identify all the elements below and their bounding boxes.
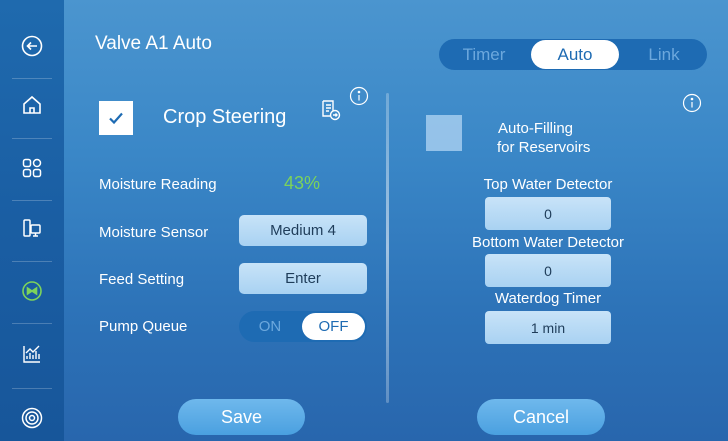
sidebar-separator <box>12 138 52 139</box>
tower-icon <box>23 219 41 237</box>
sidebar-item-home[interactable] <box>0 85 64 125</box>
tab-link[interactable]: Link <box>621 39 707 70</box>
page-title: Valve A1 Auto <box>95 33 212 54</box>
auto-filling-label: Auto-Filling for Reservoirs <box>497 119 591 157</box>
app-frame: Valve A1 Auto Timer Auto Link Crop Steer… <box>0 0 728 441</box>
sidebar-item-tower[interactable] <box>0 208 64 248</box>
tab-auto[interactable]: Auto <box>531 40 619 69</box>
back-button[interactable] <box>0 26 64 66</box>
sidebar-item-chart[interactable] <box>0 334 64 374</box>
sidebar-separator <box>12 200 52 201</box>
grid-icon <box>22 158 42 178</box>
auto-filling-checkbox[interactable] <box>426 115 462 151</box>
waterdog-timer-field[interactable]: 1 min <box>485 311 611 344</box>
panel-divider <box>386 93 389 403</box>
document-export-icon[interactable] <box>318 98 342 122</box>
waterdog-timer-label: Waterdog Timer <box>494 290 602 307</box>
sidebar-separator <box>12 323 52 324</box>
feed-setting-button[interactable]: Enter <box>239 263 367 294</box>
sidebar-separator <box>12 78 52 79</box>
mode-tabs: Timer Auto Link <box>439 39 707 70</box>
valve-icon <box>22 281 42 301</box>
sidebar-item-valve[interactable] <box>0 271 64 311</box>
save-button[interactable]: Save <box>178 399 305 435</box>
auto-filling-line2: for Reservoirs <box>497 139 591 156</box>
top-detector-field[interactable]: 0 <box>485 197 611 230</box>
sidebar <box>0 0 64 441</box>
sidebar-item-target[interactable] <box>0 398 64 438</box>
moisture-sensor-label: Moisture Sensor <box>99 224 209 241</box>
pump-queue-off[interactable]: OFF <box>302 313 365 340</box>
sidebar-item-grid[interactable] <box>0 148 64 188</box>
crop-steering-info-icon[interactable] <box>349 86 369 106</box>
chart-icon <box>23 345 40 363</box>
moisture-reading-value: 43% <box>284 173 321 193</box>
sidebar-separator <box>12 261 52 262</box>
pump-queue-on[interactable]: ON <box>239 311 301 342</box>
crop-steering-label: Crop Steering <box>163 106 287 128</box>
bottom-detector-label: Bottom Water Detector <box>472 234 624 251</box>
moisture-reading-label: Moisture Reading <box>99 176 217 193</box>
back-arrow-icon <box>21 35 43 57</box>
moisture-sensor-select[interactable]: Medium 4 <box>239 215 367 246</box>
crop-steering-checkbox[interactable] <box>99 101 133 135</box>
pump-queue-label: Pump Queue <box>99 318 188 335</box>
cancel-button[interactable]: Cancel <box>477 399 605 435</box>
sidebar-separator <box>12 388 52 389</box>
top-detector-label: Top Water Detector <box>483 176 613 193</box>
pump-queue-toggle[interactable]: ON OFF <box>239 311 367 342</box>
target-icon <box>21 407 43 429</box>
home-icon <box>23 95 41 114</box>
checkmark-icon <box>109 112 123 125</box>
auto-filling-line1: Auto-Filling <box>498 120 574 137</box>
tab-timer[interactable]: Timer <box>439 39 529 70</box>
feed-setting-label: Feed Setting <box>99 271 185 288</box>
right-panel-info-icon[interactable] <box>682 93 702 113</box>
bottom-detector-field[interactable]: 0 <box>485 254 611 287</box>
